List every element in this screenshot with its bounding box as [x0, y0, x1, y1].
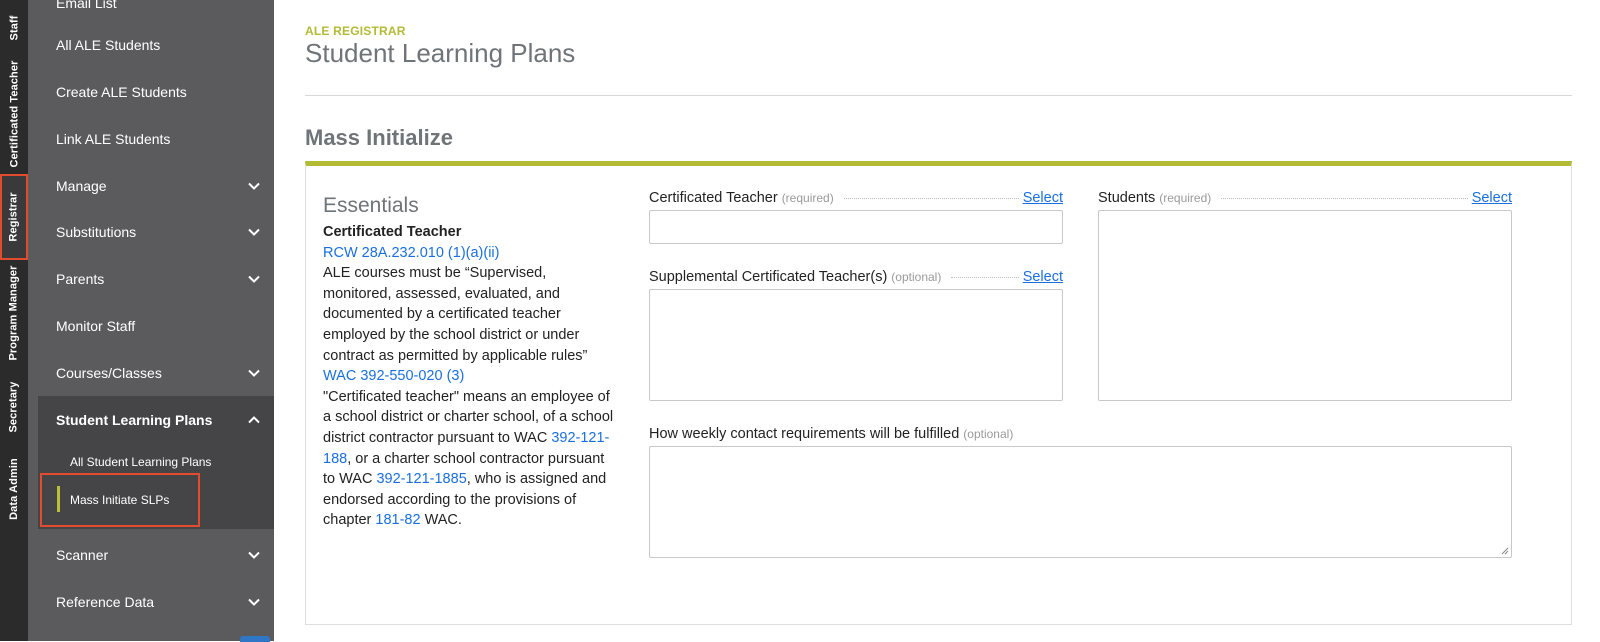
- sidebar-item-label: Monitor Staff: [56, 318, 136, 334]
- field-hint: (optional): [891, 270, 942, 284]
- page-title: Student Learning Plans: [305, 38, 576, 68]
- chevron-up-icon: [246, 412, 262, 428]
- leader-dots: [1221, 197, 1468, 199]
- chevron-down-icon: [246, 547, 262, 563]
- field-label-text: Students: [1098, 190, 1156, 206]
- rail-tab-label: Program Manager: [8, 265, 20, 361]
- sidebar-item-scanner[interactable]: Scanner: [28, 532, 274, 578]
- rail-tab-label: Certificated Teacher: [8, 60, 21, 168]
- sidebar: Email List All ALE Students Create ALE S…: [28, 0, 274, 641]
- chevron-down-icon: [246, 224, 262, 240]
- resize-grip-icon[interactable]: [1501, 547, 1509, 555]
- sidebar-item-monitor-staff[interactable]: Monitor Staff: [28, 303, 274, 349]
- role-rail: Staff Certificated Teacher Registrar Pro…: [0, 0, 28, 641]
- weekly-contact-field-label: How weekly contact requirements will be …: [649, 426, 1013, 442]
- select-teacher-link[interactable]: Select: [1023, 190, 1063, 206]
- chevron-down-icon: [246, 178, 262, 194]
- certificated-teacher-input[interactable]: [649, 210, 1063, 244]
- chapter-ref-link[interactable]: 181-82: [375, 512, 420, 528]
- section-title: Mass Initialize: [305, 125, 453, 150]
- field-hint: (required): [1159, 191, 1212, 205]
- select-supplemental-link[interactable]: Select: [1023, 269, 1063, 285]
- sidebar-item-courses-classes[interactable]: Courses/Classes: [28, 350, 274, 396]
- supplemental-field-label: Supplemental Certificated Teacher(s) (op…: [649, 269, 1063, 285]
- active-item-indicator: [57, 486, 60, 512]
- sidebar-item-manage[interactable]: Manage: [28, 163, 274, 209]
- rail-tab-label: Staff: [7, 15, 20, 41]
- mass-initialize-card: Essentials Certificated Teacher RCW 28A.…: [305, 161, 1572, 625]
- sidebar-item-label: Create ALE Students: [56, 84, 187, 100]
- select-students-link[interactable]: Select: [1472, 190, 1512, 206]
- rail-tab-data-admin[interactable]: Data Admin: [0, 450, 28, 528]
- supplemental-teachers-input[interactable]: [649, 289, 1063, 401]
- wac-definition: "Certificated teacher" means an employee…: [323, 387, 615, 531]
- sidebar-item-student-learning-plans[interactable]: Student Learning Plans: [38, 397, 274, 443]
- wac-ref-link[interactable]: 392-121-1885: [376, 471, 466, 487]
- field-label-text: Supplemental Certificated Teacher(s): [649, 269, 888, 285]
- students-input[interactable]: [1098, 210, 1512, 401]
- sidebar-item-parents[interactable]: Parents: [28, 256, 274, 302]
- rcw-link[interactable]: RCW 28A.232.010 (1)(a)(ii): [323, 245, 499, 261]
- page-eyebrow: ALE REGISTRAR: [305, 24, 406, 38]
- essentials-title: Essentials: [323, 194, 419, 217]
- rail-tab-program-manager[interactable]: Program Manager: [0, 262, 28, 364]
- wac-text: WAC.: [420, 512, 462, 529]
- field-label-text: Certificated Teacher: [649, 190, 778, 206]
- field-hint: (required): [781, 191, 834, 205]
- rail-tab-label: Secretary: [8, 381, 20, 433]
- chevron-down-icon: [246, 594, 262, 610]
- rail-tab-label: Data Admin: [8, 458, 20, 520]
- essentials-subtitle: Certificated Teacher: [323, 224, 462, 240]
- sidebar-item-label: Manage: [56, 178, 107, 194]
- active-item-highlight: [40, 473, 200, 527]
- field-label-text: How weekly contact requirements will be …: [649, 426, 960, 442]
- rcw-quote: ALE courses must be “Supervised, monitor…: [323, 265, 588, 364]
- main-content: ALE REGISTRAR Student Learning Plans Mas…: [305, 0, 1572, 641]
- sidebar-item-link-ale-students[interactable]: Link ALE Students: [28, 116, 274, 162]
- sidebar-item-reference-data[interactable]: Reference Data: [28, 579, 274, 625]
- sidebar-item-label: Email List: [56, 0, 117, 11]
- rail-tab-label: Registrar: [8, 192, 21, 242]
- sidebar-item-label: Link ALE Students: [56, 131, 171, 147]
- wac-link[interactable]: WAC 392-550-020 (3): [323, 368, 464, 384]
- sidebar-item-label: Reference Data: [56, 594, 155, 610]
- sidebar-item-substitutions[interactable]: Substitutions: [28, 209, 274, 255]
- students-field-label: Students (required) Select: [1098, 190, 1512, 206]
- sidebar-item-label: Student Learning Plans: [56, 412, 213, 428]
- sidebar-subitem-label: All Student Learning Plans: [70, 455, 212, 469]
- weekly-contact-textarea[interactable]: [649, 446, 1512, 558]
- sidebar-item-label: Courses/Classes: [56, 365, 162, 381]
- leader-dots: [951, 276, 1019, 278]
- rail-tab-staff[interactable]: Staff: [0, 0, 28, 56]
- field-hint: (optional): [963, 427, 1014, 441]
- sidebar-item-label: All ALE Students: [56, 37, 161, 53]
- header-divider: [305, 95, 1572, 96]
- leader-dots: [843, 197, 1019, 199]
- essentials-panel: Essentials Certificated Teacher RCW 28A.…: [323, 192, 615, 531]
- scroll-indicator: [240, 636, 270, 642]
- sidebar-item-label: Parents: [56, 271, 105, 287]
- chevron-down-icon: [246, 365, 262, 381]
- sidebar-item-label: Substitutions: [56, 224, 137, 240]
- sidebar-item-all-ale-students[interactable]: All ALE Students: [28, 22, 274, 68]
- teacher-field-label: Certificated Teacher (required) Select: [649, 190, 1063, 206]
- chevron-down-icon: [246, 271, 262, 287]
- rail-tab-secretary[interactable]: Secretary: [0, 372, 28, 442]
- sidebar-item-label: Scanner: [56, 547, 109, 563]
- rail-tab-certificated-teacher[interactable]: Certificated Teacher: [0, 58, 28, 170]
- rail-tab-registrar[interactable]: Registrar: [0, 174, 28, 260]
- sidebar-item-create-ale-students[interactable]: Create ALE Students: [28, 69, 274, 115]
